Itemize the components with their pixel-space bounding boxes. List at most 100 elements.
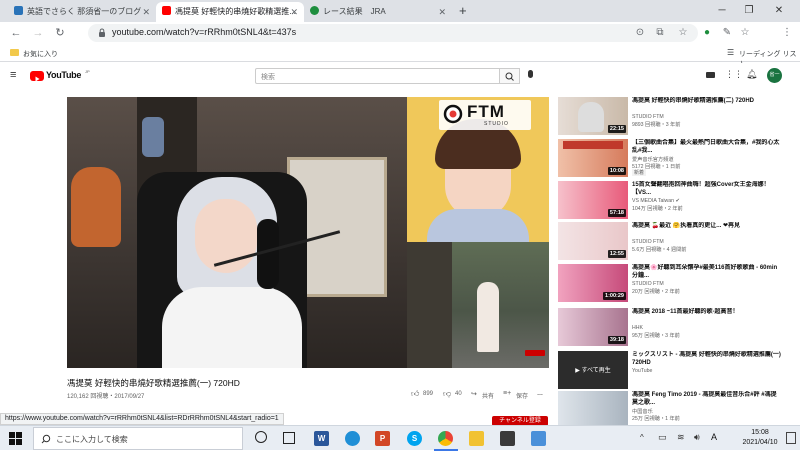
lock-icon bbox=[99, 28, 105, 37]
recommendation-item[interactable]: 22:15 馮提莫 好輕快的串燒好歌精選推薦(二) 720HD STUDIO F… bbox=[558, 97, 794, 135]
recommendation-channel[interactable]: 中国音乐 bbox=[632, 408, 653, 415]
close-tab-icon[interactable]: ✕ bbox=[290, 2, 298, 22]
like-count[interactable]: 899 bbox=[423, 391, 433, 397]
video-player[interactable]: FTM STUDIO bbox=[67, 97, 549, 368]
file-explorer-icon[interactable] bbox=[469, 431, 484, 446]
dislike-count[interactable]: 40 bbox=[455, 391, 462, 397]
recommendation-channel[interactable]: VS MEDIA Taiwan ✔ bbox=[632, 198, 680, 204]
recommendation-channel[interactable]: 爱声音乐官方頻道 bbox=[632, 156, 674, 163]
recommendation-item[interactable]: 1:00:29 馮提莫🌸好聽到耳朵懷孕#最美116首好歌歌曲 - 60min分鐘… bbox=[558, 264, 794, 302]
recommendation-meta: 25万 回視聴・1 年前 bbox=[632, 416, 680, 422]
recommendation-title[interactable]: 馮提莫🌸好聽到耳朵懷孕#最美116首好歌歌曲 - 60min分鐘... bbox=[632, 264, 782, 280]
taskbar-search-input[interactable]: ここに入力して検索 bbox=[33, 427, 243, 450]
recommendation-channel[interactable]: YouTube bbox=[632, 368, 652, 374]
share-icon[interactable]: ↪ bbox=[471, 390, 477, 398]
recommendation-thumbnail[interactable]: 10:08 bbox=[558, 139, 628, 177]
wifi-icon[interactable]: ≋ bbox=[677, 432, 685, 443]
cortana-icon[interactable] bbox=[255, 431, 267, 443]
recommendation-thumbnail[interactable]: 1:00:29 bbox=[558, 264, 628, 302]
youtube-logo-icon[interactable] bbox=[30, 71, 44, 82]
recommendation-title[interactable]: ミックスリスト - 馮提莫 好輕快的串燒好歌精選推薦(一) 720HD bbox=[632, 351, 782, 367]
ime-indicator[interactable]: A bbox=[711, 432, 717, 442]
windows-start-icon[interactable] bbox=[9, 432, 22, 445]
skype-app-icon[interactable]: S bbox=[407, 431, 422, 446]
recommendation-thumbnail[interactable]: 22:15 bbox=[558, 97, 628, 135]
volume-icon[interactable]: 🔊︎ bbox=[694, 432, 700, 443]
youtube-search-input[interactable]: 検索 bbox=[255, 68, 500, 84]
recommendation-title[interactable]: 15首女聲翻唱抱回神曲嗨！超強Cover女王金海娜！【VS... bbox=[632, 181, 782, 197]
more-actions-button[interactable]: … bbox=[537, 391, 543, 397]
recommendation-title[interactable]: 馮提莫 Feng Timo 2019 - 馮提莫最佳音乐合#評 #馮提莫之歌..… bbox=[632, 391, 782, 407]
recommendation-thumbnail[interactable]: 57:18 bbox=[558, 181, 628, 219]
recommendation-channel[interactable]: STUDIO FTM bbox=[632, 281, 664, 287]
powerpoint-app-icon[interactable]: P bbox=[375, 431, 390, 446]
taskbar-clock[interactable]: 15:08 2021/04/10 bbox=[735, 428, 785, 448]
share-button[interactable]: 共有 bbox=[482, 391, 494, 400]
recommendation-title[interactable]: 馮提莫 2018 ~11首最好聽的歌-超高音！ bbox=[632, 308, 782, 316]
location-icon[interactable]: ⊙ bbox=[633, 26, 647, 40]
tab-jra[interactable]: レース結果 JRA ✕ bbox=[304, 2, 452, 22]
back-icon[interactable]: ← bbox=[8, 25, 24, 41]
recommendation-thumbnail[interactable]: 39:18 bbox=[558, 308, 628, 346]
recommendation-thumbnail[interactable]: 12:55 bbox=[558, 222, 628, 260]
bookmark-star-icon[interactable]: ☆ bbox=[676, 26, 690, 40]
photos-app-icon[interactable] bbox=[531, 431, 546, 446]
hamburger-menu-icon[interactable]: ≡ bbox=[10, 69, 16, 81]
close-window-icon[interactable]: ✕ bbox=[770, 2, 788, 20]
store-app-icon[interactable] bbox=[500, 431, 515, 446]
collections-icon[interactable]: ☆ bbox=[738, 26, 752, 40]
reload-icon[interactable]: ↻ bbox=[52, 25, 68, 41]
address-bar[interactable]: youtube.com/watch?v=rRRhm0tSNL4&t=437s ⊙… bbox=[88, 24, 698, 42]
tab-title: 馮提莫 好輕快的串燒好歌精選推... bbox=[175, 7, 296, 16]
recommendation-item[interactable]: ▶ すべて再生 ミックスリスト - 馮提莫 好輕快的串燒好歌精選推薦(一) 72… bbox=[558, 351, 794, 389]
notifications-bell-icon[interactable]: 🔔︎ bbox=[746, 69, 757, 80]
recommendation-item[interactable]: 57:18 15首女聲翻唱抱回神曲嗨！超強Cover女王金海娜！【VS... V… bbox=[558, 181, 794, 219]
recommendation-item[interactable]: 12:55 馮提莫 🍒最近 🤗执着真的更让... ❤再見 STUDIO FTM … bbox=[558, 222, 794, 260]
recommendation-item[interactable]: 39:18 馮提莫 2018 ~11首最好聽的歌-超高音！ HHK 95万 回視… bbox=[558, 308, 794, 346]
voice-search-icon[interactable] bbox=[528, 70, 533, 78]
task-view-icon[interactable] bbox=[283, 432, 295, 444]
recommendation-item[interactable]: 馮提莫 Feng Timo 2019 - 馮提莫最佳音乐合#評 #馮提莫之歌..… bbox=[558, 391, 794, 429]
recommendation-thumbnail[interactable]: ▶ すべて再生 bbox=[558, 351, 628, 389]
tab-title: レース結果 JRA bbox=[323, 7, 386, 16]
forward-icon[interactable]: → bbox=[30, 25, 46, 41]
recommendation-channel[interactable]: STUDIO FTM bbox=[632, 239, 664, 245]
create-video-icon[interactable] bbox=[706, 72, 715, 78]
notifications-icon[interactable] bbox=[786, 432, 796, 444]
chrome-app-icon[interactable] bbox=[438, 431, 453, 446]
recommendation-channel[interactable]: HHK bbox=[632, 325, 643, 331]
search-button[interactable] bbox=[500, 68, 520, 84]
save-icon[interactable]: ≡+ bbox=[503, 390, 511, 397]
tab-youtube[interactable]: 馮提莫 好輕快的串燒好歌精選推... ✕ bbox=[156, 2, 304, 22]
save-button[interactable]: 保存 bbox=[516, 391, 528, 400]
like-icon[interactable]: 👍︎ bbox=[411, 389, 419, 399]
facecam-panel: FTM STUDIO bbox=[407, 97, 549, 242]
extension-green-icon[interactable]: ● bbox=[700, 26, 714, 40]
menu-dots-icon[interactable]: ⋮ bbox=[780, 26, 794, 40]
clock-time: 15:08 bbox=[751, 429, 769, 436]
street-wall bbox=[407, 242, 452, 368]
recommendation-title[interactable]: 馮提莫 🍒最近 🤗执着真的更让... ❤再見 bbox=[632, 222, 782, 230]
recommendation-thumbnail[interactable] bbox=[558, 391, 628, 429]
tab-blog[interactable]: 英語でさらく 那須省一のブログ ✕ bbox=[8, 2, 156, 22]
youtube-logo-text[interactable]: YouTube bbox=[46, 70, 81, 80]
translate-icon[interactable]: ⧉ bbox=[653, 26, 667, 40]
maximize-icon[interactable]: ❐ bbox=[740, 2, 758, 20]
tray-chevron-icon[interactable]: ^ bbox=[640, 433, 644, 442]
network-icon[interactable]: ▭ bbox=[658, 432, 667, 443]
word-app-icon[interactable]: W bbox=[314, 431, 329, 446]
recommendation-title[interactable]: 【三個歌曲合集】最火最熱門日歌曲大合集，#我的心太乱#我... bbox=[632, 139, 782, 155]
new-tab-button[interactable]: + bbox=[459, 2, 467, 20]
close-tab-icon[interactable]: ✕ bbox=[438, 2, 446, 22]
edge-app-icon[interactable] bbox=[345, 431, 360, 446]
dislike-icon[interactable]: 👎︎ bbox=[443, 389, 451, 399]
apps-grid-icon[interactable]: ⋮⋮ bbox=[725, 69, 743, 80]
bookmark-favorites[interactable]: お気に入り bbox=[23, 49, 58, 59]
recommendation-item[interactable]: 10:08 【三個歌曲合集】最火最熱門日歌曲大合集，#我的心太乱#我... 爱声… bbox=[558, 139, 794, 177]
extensions-icon[interactable]: ✎ bbox=[720, 26, 734, 40]
recommendation-title[interactable]: 馮提莫 好輕快的串燒好歌精選推薦(二) 720HD bbox=[632, 97, 782, 105]
close-tab-icon[interactable]: ✕ bbox=[142, 2, 150, 22]
recommendation-channel[interactable]: STUDIO FTM bbox=[632, 114, 664, 120]
youtube-avatar[interactable]: 省一 bbox=[767, 68, 782, 83]
minimize-icon[interactable]: ─ bbox=[713, 2, 731, 20]
